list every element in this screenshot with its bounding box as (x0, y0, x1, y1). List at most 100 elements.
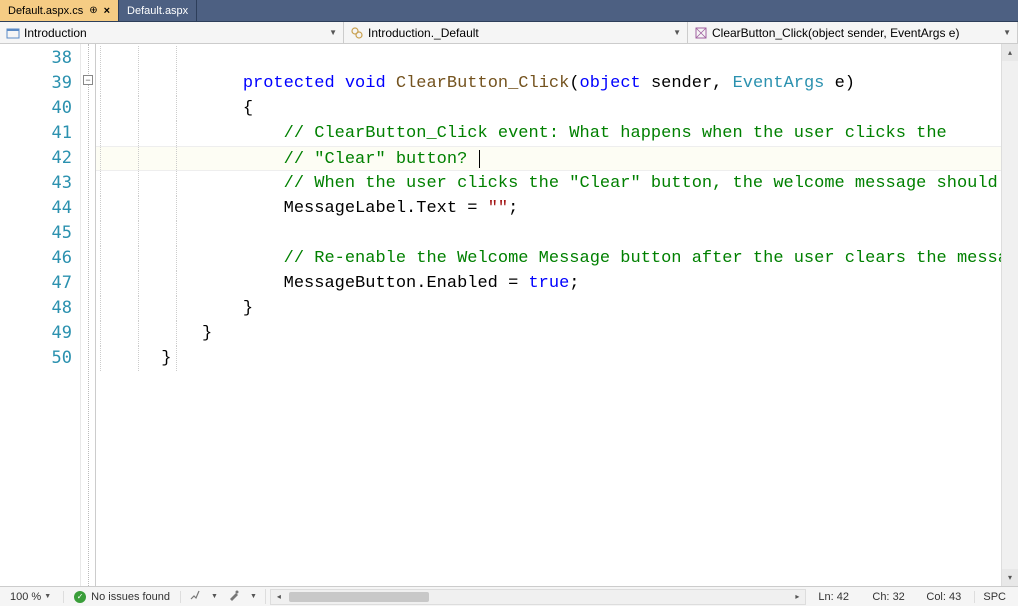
code-token: sender, (651, 74, 733, 93)
line-number: 48 (0, 296, 80, 321)
status-tools: ▼ ▼ (181, 589, 266, 604)
indent-guide (100, 71, 101, 96)
code-editor[interactable]: 38394041424344454647484950 − protected v… (0, 44, 1018, 586)
code-line[interactable]: MessageButton.Enabled = true; (96, 271, 1001, 296)
tab-default-aspx[interactable]: Default.aspx (119, 0, 197, 21)
chevron-down-icon[interactable]: ▼ (211, 593, 218, 600)
code-token: // "Clear" button? (284, 150, 478, 169)
line-number: 46 (0, 246, 80, 271)
code-line[interactable]: // "Clear" button? (96, 146, 1001, 171)
indent-guide (100, 121, 101, 146)
code-line[interactable]: { (96, 96, 1001, 121)
code-token: } (243, 299, 253, 318)
indent-guide (138, 271, 139, 296)
indent-guide (176, 46, 177, 71)
issues-text: No issues found (91, 591, 170, 603)
indent-guide (100, 147, 101, 170)
line-number: 45 (0, 221, 80, 246)
line-number: 40 (0, 96, 80, 121)
status-bar: 100 % ▼ ✓ No issues found ▼ ▼ ◂ ▸ Ln: 42… (0, 586, 1018, 606)
tab-label: Default.aspx.cs (8, 5, 83, 17)
indent-guide (100, 271, 101, 296)
collapse-toggle-icon[interactable]: − (83, 75, 93, 85)
close-icon[interactable]: × (104, 5, 110, 17)
indent-guide (176, 71, 177, 96)
code-line[interactable]: } (96, 296, 1001, 321)
code-line[interactable]: } (96, 321, 1001, 346)
indent-guide (138, 171, 139, 196)
nav-scope-dropdown[interactable]: Introduction ▼ (0, 22, 344, 43)
line-indicator: Ln: 42 (818, 591, 858, 603)
indent-guide (176, 147, 177, 170)
nav-class-dropdown[interactable]: Introduction._Default ▼ (344, 22, 688, 43)
code-line[interactable]: MessageLabel.Text = ""; (96, 196, 1001, 221)
code-line[interactable]: // Re-enable the Welcome Message button … (96, 246, 1001, 271)
scroll-up-button[interactable]: ▴ (1002, 44, 1018, 61)
line-number: 42 (0, 146, 80, 171)
indent-guide (176, 121, 177, 146)
indent-guide (138, 96, 139, 121)
code-line[interactable]: // When the user clicks the "Clear" butt… (96, 171, 1001, 196)
indent-guide (176, 271, 177, 296)
zoom-dropdown[interactable]: 100 % ▼ (4, 591, 57, 603)
indent-mode[interactable]: SPC (974, 591, 1014, 603)
indent-guide (176, 221, 177, 246)
code-token: } (161, 349, 171, 368)
issues-indicator[interactable]: ✓ No issues found (63, 591, 181, 603)
code-line[interactable]: // ClearButton_Click event: What happens… (96, 121, 1001, 146)
code-token: ( (569, 74, 579, 93)
code-line[interactable]: protected void ClearButton_Click(object … (96, 71, 1001, 96)
code-token: EventArgs (733, 74, 825, 93)
line-number: 44 (0, 196, 80, 221)
scroll-right-button[interactable]: ▸ (789, 592, 805, 601)
outlining-margin[interactable]: − (80, 44, 96, 586)
nav-bar: Introduction ▼ Introduction._Default ▼ C… (0, 22, 1018, 44)
chevron-down-icon[interactable]: ▼ (250, 593, 257, 600)
text-caret (479, 150, 480, 168)
pin-icon[interactable]: ⊕ (89, 5, 97, 16)
indent-guide (138, 147, 139, 170)
tab-default-aspx-cs[interactable]: Default.aspx.cs ⊕ × (0, 0, 119, 21)
nav-member-dropdown[interactable]: ClearButton_Click(object sender, EventAr… (688, 22, 1018, 43)
horizontal-scrollbar[interactable]: ◂ ▸ (270, 589, 806, 605)
indent-guide (176, 246, 177, 271)
indent-guide (100, 221, 101, 246)
line-number: 39 (0, 71, 80, 96)
code-line[interactable] (96, 46, 1001, 71)
brush-icon[interactable] (189, 589, 201, 604)
code-line[interactable]: } (96, 346, 1001, 371)
code-token: MessageButton.Enabled = (284, 274, 529, 293)
code-token: { (243, 99, 253, 118)
code-token: } (202, 324, 212, 343)
code-token: MessageLabel.Text = (284, 199, 488, 218)
code-area[interactable]: protected void ClearButton_Click(object … (96, 44, 1001, 586)
line-number: 38 (0, 46, 80, 71)
chevron-down-icon: ▼ (997, 28, 1011, 37)
line-number: 49 (0, 321, 80, 346)
indent-guide (100, 196, 101, 221)
indent-guide (100, 346, 101, 371)
indent-guide (176, 196, 177, 221)
col-indicator: Col: 43 (926, 591, 966, 603)
tab-bar: Default.aspx.cs ⊕ × Default.aspx (0, 0, 1018, 22)
line-number: 47 (0, 271, 80, 296)
code-token: object (580, 74, 641, 93)
indent-guide (138, 296, 139, 321)
code-token: protected (243, 74, 335, 93)
code-token: ClearButton_Click (396, 74, 569, 93)
vertical-scrollbar[interactable]: ▴ ▾ (1001, 44, 1018, 586)
scroll-down-button[interactable]: ▾ (1002, 569, 1018, 586)
code-line[interactable] (96, 221, 1001, 246)
screwdriver-icon[interactable] (228, 589, 240, 604)
indent-guide (100, 171, 101, 196)
nav-member-label: ClearButton_Click(object sender, EventAr… (712, 26, 959, 40)
scroll-thumb[interactable] (289, 592, 429, 602)
indent-guide (100, 321, 101, 346)
indent-guide (138, 246, 139, 271)
zoom-value: 100 % (10, 591, 41, 603)
scroll-left-button[interactable]: ◂ (271, 592, 287, 601)
line-number: 41 (0, 121, 80, 146)
check-circle-icon: ✓ (74, 591, 86, 603)
indent-guide (176, 96, 177, 121)
code-token: // ClearButton_Click event: What happens… (284, 124, 947, 143)
